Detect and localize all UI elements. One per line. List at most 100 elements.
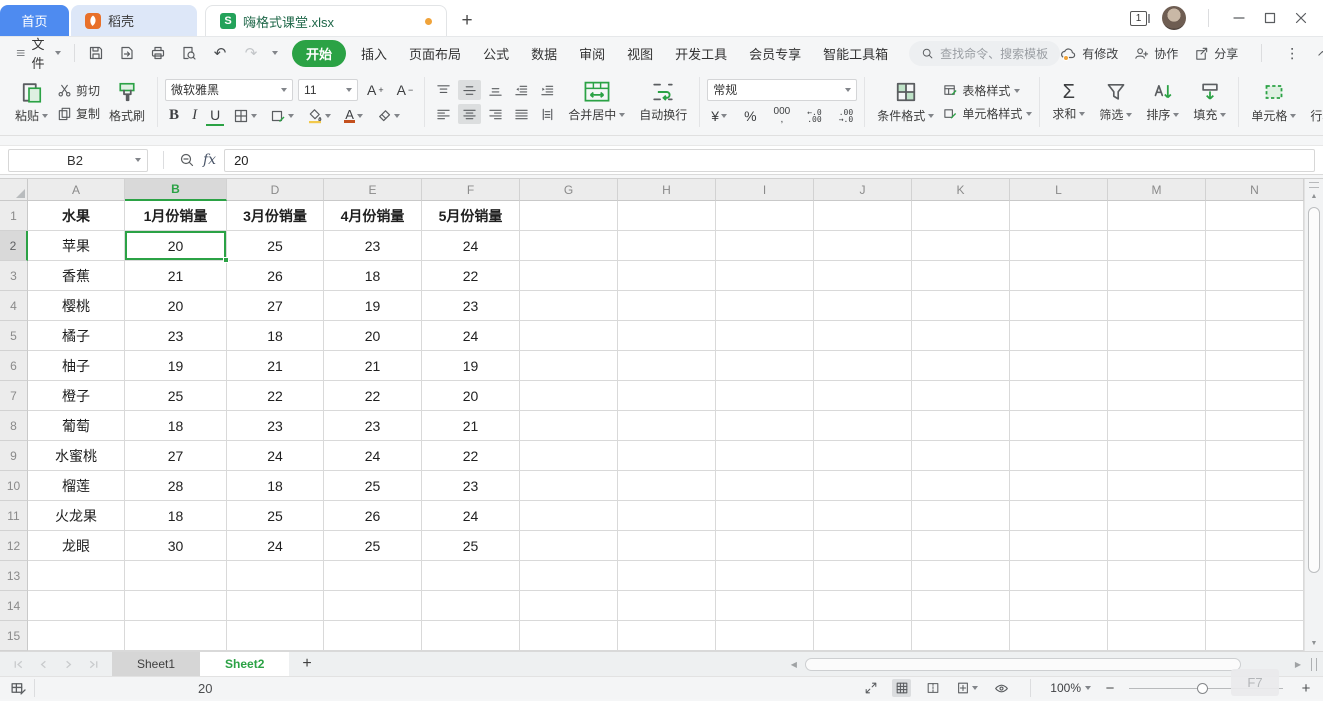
- cell-K5[interactable]: [912, 321, 1010, 351]
- cell-D9[interactable]: 24: [227, 441, 324, 471]
- align-center-button[interactable]: [458, 104, 482, 124]
- cell-D6[interactable]: 21: [227, 351, 324, 381]
- cell-H11[interactable]: [618, 501, 716, 531]
- cell-B4[interactable]: 20: [125, 291, 227, 321]
- cell-D1[interactable]: 3月份销量: [227, 201, 324, 231]
- cell-D8[interactable]: 23: [227, 411, 324, 441]
- cell-N7[interactable]: [1206, 381, 1304, 411]
- formula-input[interactable]: 20: [224, 148, 1315, 172]
- next-sheet-button[interactable]: [62, 658, 75, 671]
- cell-M7[interactable]: [1108, 381, 1206, 411]
- new-tab-button[interactable]: +: [447, 5, 487, 36]
- cell-K15[interactable]: [912, 621, 1010, 651]
- row-header-1[interactable]: 1: [0, 201, 28, 231]
- cell-D13[interactable]: [227, 561, 324, 591]
- cell-N3[interactable]: [1206, 261, 1304, 291]
- prev-sheet-button[interactable]: [37, 658, 50, 671]
- cell-G7[interactable]: [520, 381, 618, 411]
- cell-A10[interactable]: 榴莲: [28, 471, 125, 501]
- cell-E14[interactable]: [324, 591, 422, 621]
- cell-B5[interactable]: 23: [125, 321, 227, 351]
- cell-N5[interactable]: [1206, 321, 1304, 351]
- cell-H14[interactable]: [618, 591, 716, 621]
- rows-cols-button[interactable]: 行和列: [1305, 79, 1323, 125]
- add-sheet-button[interactable]: +: [289, 655, 324, 673]
- cell-style-button[interactable]: 单元格样式: [943, 105, 1033, 122]
- cell-I11[interactable]: [716, 501, 814, 531]
- cell-H7[interactable]: [618, 381, 716, 411]
- close-button[interactable]: [1293, 10, 1309, 26]
- cell-A9[interactable]: 水蜜桃: [28, 441, 125, 471]
- cell-B9[interactable]: 27: [125, 441, 227, 471]
- scroll-right-arrow[interactable]: ▶: [1295, 660, 1301, 669]
- row-header-14[interactable]: 14: [0, 591, 28, 621]
- cell-M11[interactable]: [1108, 501, 1206, 531]
- cell-B11[interactable]: 18: [125, 501, 227, 531]
- cell-F5[interactable]: 24: [422, 321, 520, 351]
- fullscreen-icon[interactable]: [861, 679, 880, 697]
- page-break-view-icon[interactable]: [923, 679, 942, 697]
- window-count-icon[interactable]: 1: [1130, 10, 1150, 26]
- cell-A4[interactable]: 樱桃: [28, 291, 125, 321]
- thousands-button[interactable]: 000,: [770, 106, 795, 126]
- cell-F6[interactable]: 19: [422, 351, 520, 381]
- ribbon-tab-insert[interactable]: 插入: [350, 40, 398, 67]
- more-options-icon[interactable]: ⋮: [1285, 45, 1300, 62]
- cell-D11[interactable]: 25: [227, 501, 324, 531]
- cell-B1[interactable]: 1月份销量: [125, 201, 227, 231]
- paste-button[interactable]: 粘贴: [10, 79, 53, 125]
- cell-M1[interactable]: [1108, 201, 1206, 231]
- split-handle[interactable]: [1309, 182, 1319, 188]
- conditional-format-button[interactable]: 条件格式: [872, 79, 939, 125]
- cell-D10[interactable]: 18: [227, 471, 324, 501]
- increase-decimal-button[interactable]: .00 →.0: [835, 106, 857, 126]
- cell-M13[interactable]: [1108, 561, 1206, 591]
- cell-D3[interactable]: 26: [227, 261, 324, 291]
- table-style-button[interactable]: 表格样式: [943, 82, 1032, 99]
- col-header-D[interactable]: D: [227, 179, 324, 201]
- cell-E15[interactable]: [324, 621, 422, 651]
- ribbon-tab-data[interactable]: 数据: [520, 40, 568, 67]
- cell-F4[interactable]: 23: [422, 291, 520, 321]
- undo-button[interactable]: ↶: [210, 43, 230, 63]
- cell-F13[interactable]: [422, 561, 520, 591]
- cell-I13[interactable]: [716, 561, 814, 591]
- cell-M12[interactable]: [1108, 531, 1206, 561]
- cell-E7[interactable]: 22: [324, 381, 422, 411]
- cut-button[interactable]: 剪切: [57, 82, 100, 99]
- cell-B12[interactable]: 30: [125, 531, 227, 561]
- distribute-button[interactable]: [536, 104, 559, 124]
- cell-K4[interactable]: [912, 291, 1010, 321]
- cell-D7[interactable]: 22: [227, 381, 324, 411]
- format-painter-button[interactable]: 格式刷: [104, 79, 150, 125]
- collaborate-button[interactable]: 协作: [1134, 45, 1178, 62]
- cell-F12[interactable]: 25: [422, 531, 520, 561]
- cells-button[interactable]: 单元格: [1246, 79, 1301, 125]
- cell-G1[interactable]: [520, 201, 618, 231]
- file-menu-button[interactable]: 文件: [10, 34, 67, 72]
- tab-document[interactable]: S 嗨格式课堂.xlsx: [205, 5, 447, 36]
- cell-J14[interactable]: [814, 591, 912, 621]
- row-header-5[interactable]: 5: [0, 321, 28, 351]
- cell-L9[interactable]: [1010, 441, 1108, 471]
- cell-H8[interactable]: [618, 411, 716, 441]
- split-handle[interactable]: [1311, 657, 1317, 671]
- cell-M4[interactable]: [1108, 291, 1206, 321]
- cell-N15[interactable]: [1206, 621, 1304, 651]
- cell-L2[interactable]: [1010, 231, 1108, 261]
- col-header-G[interactable]: G: [520, 179, 618, 201]
- cell-F2[interactable]: 24: [422, 231, 520, 261]
- font-size-combo[interactable]: 11: [298, 78, 359, 101]
- wrap-text-button[interactable]: 自动换行: [634, 80, 692, 124]
- align-top-button[interactable]: [432, 80, 455, 100]
- ribbon-tab-formulas[interactable]: 公式: [472, 40, 520, 67]
- italic-button[interactable]: I: [188, 106, 201, 126]
- user-avatar[interactable]: [1162, 6, 1186, 30]
- last-sheet-button[interactable]: [87, 658, 100, 671]
- cell-G10[interactable]: [520, 471, 618, 501]
- align-middle-button[interactable]: [458, 80, 482, 100]
- increase-indent-button[interactable]: [536, 80, 559, 100]
- cell-N4[interactable]: [1206, 291, 1304, 321]
- cell-I9[interactable]: [716, 441, 814, 471]
- cell-D4[interactable]: 27: [227, 291, 324, 321]
